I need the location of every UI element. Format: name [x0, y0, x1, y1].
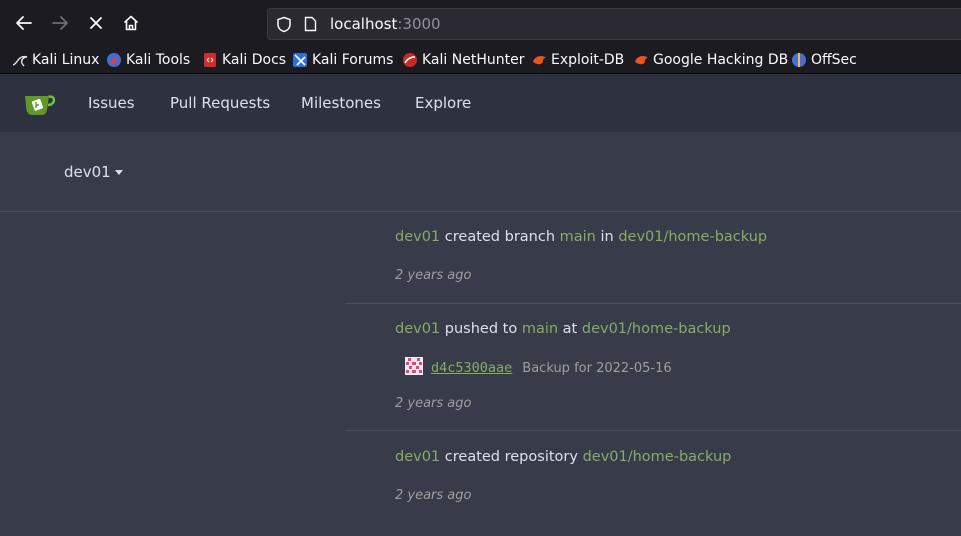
page-icon: [304, 16, 317, 32]
close-icon: [90, 17, 102, 29]
feed-preposition: at: [562, 321, 578, 337]
gitea-logo-icon[interactable]: [22, 92, 56, 120]
commit-sha-link[interactable]: d4c5300aae: [431, 360, 512, 376]
context-user-label: dev01: [64, 163, 111, 181]
feed-actor-link[interactable]: dev01: [395, 321, 440, 337]
kali-tools-icon: [106, 52, 122, 68]
feed-action: pushed to: [444, 321, 518, 337]
feed-timestamp: 2 years ago: [395, 268, 472, 283]
commit-message: Backup for 2022-05-16: [522, 360, 672, 376]
url-text[interactable]: localhost:3000: [330, 15, 441, 33]
bookmark-offsec[interactable]: OffSec: [791, 50, 857, 70]
forward-button[interactable]: [46, 8, 74, 38]
nav-issues[interactable]: Issues: [88, 94, 135, 112]
nav-explore[interactable]: Explore: [415, 94, 471, 112]
committer-avatar: [405, 357, 423, 379]
feed-item-text: dev01 pushed to main at dev01/home-backu…: [395, 321, 731, 337]
ghdb-icon: [633, 52, 649, 68]
kali-nethunter-icon: [402, 52, 418, 68]
feed-repo-link[interactable]: dev01/home-backup: [583, 449, 732, 465]
feed-action: created branch: [444, 229, 556, 245]
bookmark-kali-forums[interactable]: Kali Forums: [292, 50, 393, 70]
stop-button[interactable]: [82, 8, 110, 38]
feed-item-text: dev01 created branch main in dev01/home-…: [395, 229, 767, 245]
bookmark-kali-tools[interactable]: Kali Tools: [106, 50, 190, 70]
feed-repo-link[interactable]: dev01/home-backup: [582, 321, 731, 337]
feed-actor-link[interactable]: dev01: [395, 229, 440, 245]
app-header: Issues Pull Requests Milestones Explore: [0, 74, 961, 132]
feed-action: created repository: [444, 449, 578, 465]
bookmark-label: OffSec: [811, 52, 857, 68]
bookmarks-bar: Kali Linux Kali Tools Kali Docs Kali For…: [0, 46, 961, 74]
feed-item: dev01 pushed to main at dev01/home-backu…: [345, 303, 961, 430]
bookmark-label: Kali Tools: [126, 52, 191, 68]
context-user-dropdown[interactable]: dev01: [64, 163, 123, 181]
bookmark-exploit-db[interactable]: Exploit-DB: [531, 50, 624, 70]
arrow-right-icon: [52, 16, 68, 30]
url-port: :3000: [397, 15, 441, 33]
url-host: localhost: [330, 15, 398, 33]
commit-row: d4c5300aae Backup for 2022-05-16: [405, 357, 672, 379]
shield-icon: [277, 16, 291, 33]
bookmark-kali-nethunter[interactable]: Kali NetHunter: [402, 50, 524, 70]
arrow-left-icon: [16, 16, 32, 30]
bookmark-label: Exploit-DB: [551, 52, 625, 68]
feed-timestamp: 2 years ago: [395, 488, 472, 503]
bookmark-label: Kali NetHunter: [422, 52, 525, 68]
feed-actor-link[interactable]: dev01: [395, 449, 440, 465]
dashboard-context-bar: dev01: [0, 132, 961, 212]
kali-docs-icon: [202, 52, 218, 68]
home-button[interactable]: [117, 8, 145, 38]
offsec-icon: [791, 52, 807, 68]
nav-milestones[interactable]: Milestones: [301, 94, 381, 112]
back-button[interactable]: [10, 8, 38, 38]
exploit-db-icon: [531, 52, 547, 68]
bookmark-google-hacking-db[interactable]: Google Hacking DB: [633, 50, 788, 70]
bookmark-label: Google Hacking DB: [653, 52, 789, 68]
bookmark-label: Kali Linux: [32, 52, 100, 68]
bookmark-label: Kali Forums: [312, 52, 394, 68]
bookmark-label: Kali Docs: [222, 52, 287, 68]
bookmark-kali-docs[interactable]: Kali Docs: [202, 50, 286, 70]
caret-down-icon: [114, 169, 123, 175]
feed-item: dev01 created repository dev01/home-back…: [345, 430, 961, 536]
feed-repo-link[interactable]: dev01/home-backup: [618, 229, 767, 245]
feed-branch-link[interactable]: main: [560, 229, 596, 245]
bookmark-kali-linux[interactable]: Kali Linux: [12, 50, 99, 70]
browser-toolbar: localhost:3000: [0, 0, 961, 46]
feed-preposition: in: [600, 229, 614, 245]
kali-dragon-icon: [12, 52, 28, 68]
url-bar[interactable]: localhost:3000: [267, 8, 961, 40]
feed-item: dev01 created branch main in dev01/home-…: [345, 212, 961, 303]
feed-timestamp: 2 years ago: [395, 396, 472, 411]
kali-forums-icon: [292, 52, 308, 68]
feed-branch-link[interactable]: main: [522, 321, 558, 337]
home-icon: [123, 15, 139, 31]
feed-item-text: dev01 created repository dev01/home-back…: [395, 449, 731, 465]
nav-pull-requests[interactable]: Pull Requests: [170, 94, 270, 112]
